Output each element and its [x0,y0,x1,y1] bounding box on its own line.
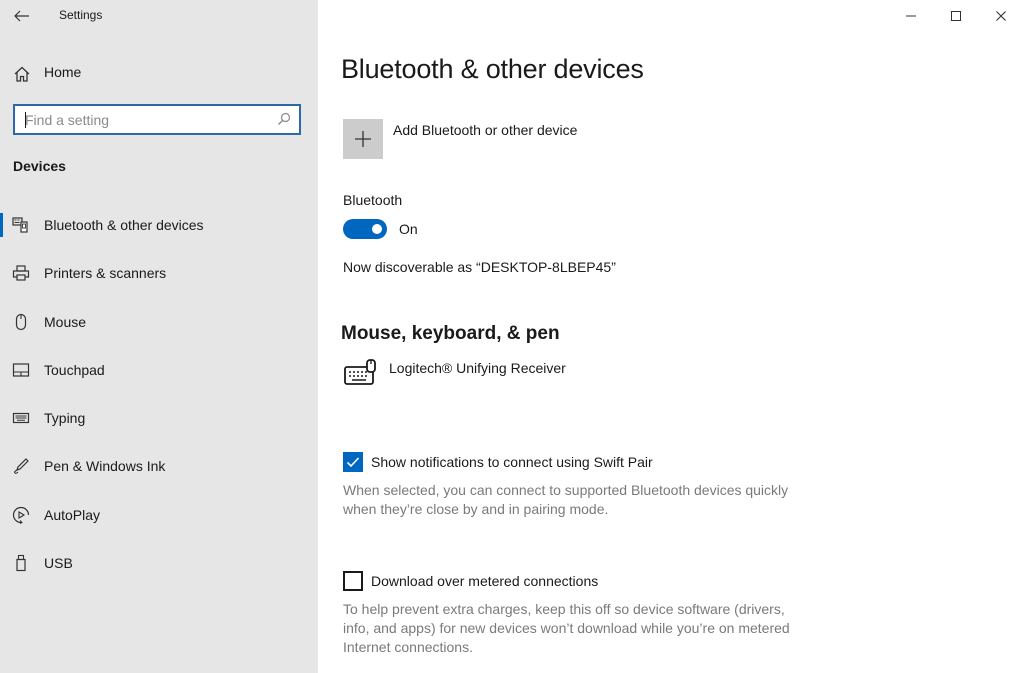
metered-checkbox[interactable] [343,571,363,591]
sidebar-item-label: Printers & scanners [44,265,167,281]
selected-indicator [0,213,3,237]
close-icon [996,11,1006,21]
bluetooth-devices-icon [12,217,28,233]
search-icon[interactable] [277,112,291,126]
sidebar-item-label: Pen & Windows Ink [44,458,166,474]
swift-pair-checkbox[interactable] [343,452,363,472]
printer-icon [12,265,30,281]
device-list-item[interactable]: Logitech® Unifying Receiver [343,356,743,390]
maximize-button[interactable] [933,0,979,32]
swift-pair-description: When selected, you can connect to suppor… [343,482,789,517]
sidebar-item-home[interactable]: Home [0,58,318,88]
device-name: Logitech® Unifying Receiver [389,360,566,376]
close-button[interactable] [978,0,1024,32]
sidebar-item-label: Mouse [44,314,87,330]
section-heading-mouse-keyboard-pen: Mouse, keyboard, & pen [341,323,560,344]
home-icon [14,66,30,82]
sidebar-item-label: Touchpad [44,362,105,378]
back-button[interactable] [12,6,32,26]
sidebar-item-label: Bluetooth & other devices [44,217,204,233]
metered-description: To help prevent extra charges, keep this… [343,601,790,655]
sidebar-item-pen[interactable]: Pen & Windows Ink [0,446,318,486]
plus-icon [355,131,371,147]
sidebar-item-mouse[interactable]: Mouse [0,302,318,342]
search-box[interactable] [13,104,301,135]
sidebar-item-label: AutoPlay [44,507,101,523]
window-title: Settings [59,8,103,22]
sidebar-item-touchpad[interactable]: Touchpad [0,350,318,390]
usb-icon [16,554,26,572]
maximize-icon [951,11,961,21]
sidebar-item-bluetooth[interactable]: Bluetooth & other devices [0,205,318,245]
swift-pair-label[interactable]: Show notifications to connect using Swif… [371,454,653,470]
autoplay-icon [12,506,30,524]
search-input[interactable] [15,106,299,133]
main-content: Bluetooth & other devices Add Bluetooth … [318,0,1024,673]
keyboard-icon [12,412,30,424]
bluetooth-label: Bluetooth [343,192,403,208]
add-device-button[interactable] [343,119,383,159]
sidebar-item-typing[interactable]: Typing [0,398,318,438]
pen-icon [14,458,29,474]
bluetooth-toggle[interactable] [343,219,387,239]
sidebar-item-label: Home [44,64,82,80]
minimize-icon [906,15,916,17]
keyboard-mouse-icon [344,359,376,385]
arrow-left-icon [14,10,29,22]
touchpad-icon [12,363,30,377]
sidebar-item-printers[interactable]: Printers & scanners [0,253,318,293]
add-device-label[interactable]: Add Bluetooth or other device [393,122,577,138]
sidebar: Settings Home Devices Bluetooth & other … [0,0,318,673]
sidebar-item-usb[interactable]: USB [0,543,318,583]
toggle-knob [372,224,382,234]
text-caret [25,112,26,128]
sidebar-item-label: Typing [44,410,86,426]
discoverable-text: Now discoverable as “DESKTOP-8LBEP45” [343,259,616,275]
section-title: Devices [13,158,66,174]
metered-label[interactable]: Download over metered connections [371,573,598,589]
page-title: Bluetooth & other devices [341,54,644,84]
checkmark-icon [346,457,360,468]
minimize-button[interactable] [888,0,934,32]
mouse-icon [15,313,27,331]
bluetooth-toggle-state: On [399,221,418,237]
sidebar-item-autoplay[interactable]: AutoPlay [0,495,318,535]
sidebar-item-label: USB [44,555,73,571]
